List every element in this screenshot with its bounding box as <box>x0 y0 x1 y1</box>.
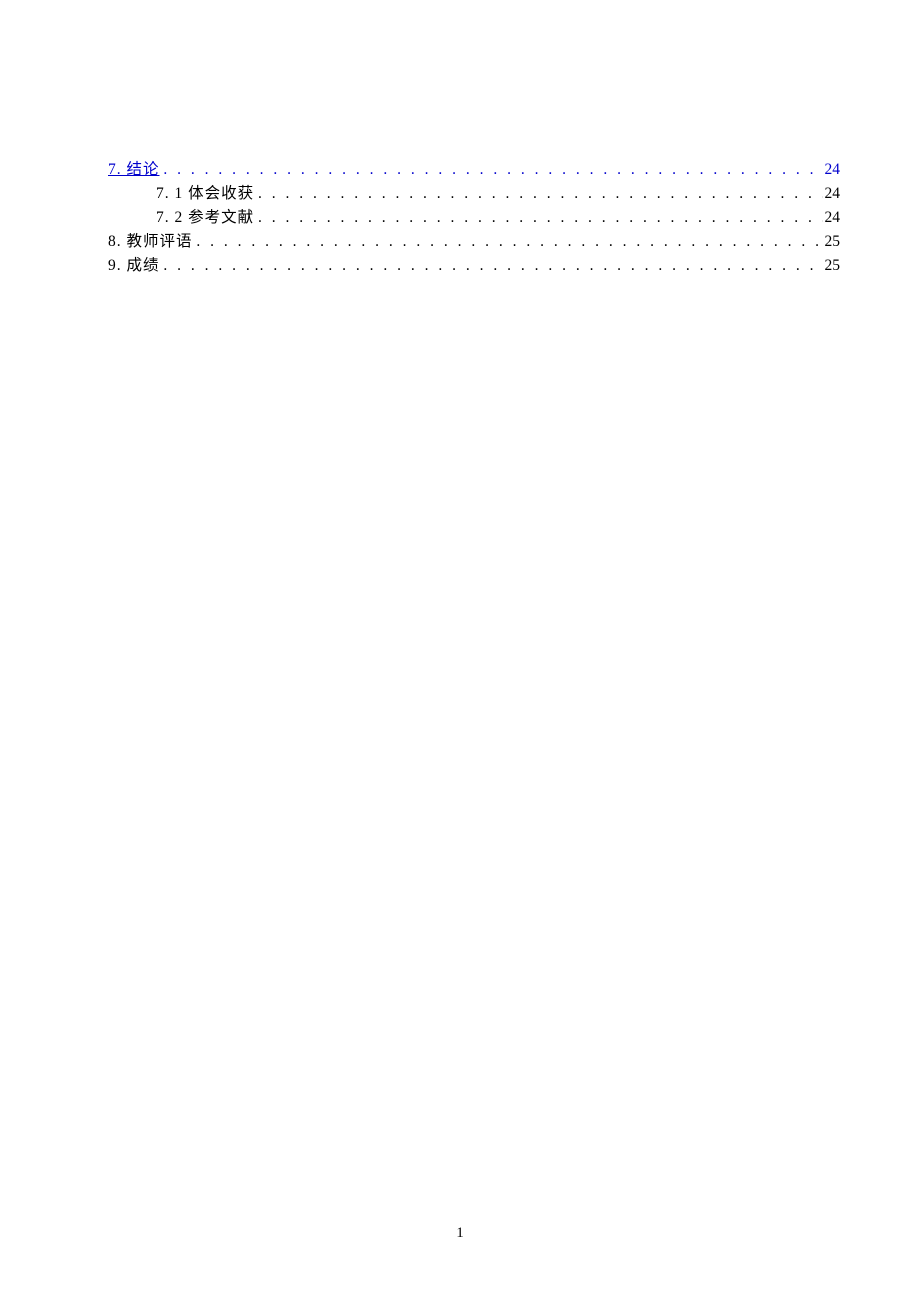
toc-entry-title: 7. 2 参考文献 <box>156 206 254 230</box>
toc-leader-dots: . . . . . . . . . . . . . . . . . . . . … <box>163 158 822 182</box>
document-page: 7. 结论 . . . . . . . . . . . . . . . . . … <box>0 0 920 1302</box>
toc-leader-dots: . . . . . . . . . . . . . . . . . . . . … <box>258 182 822 206</box>
page-number: 1 <box>0 1225 920 1242</box>
toc-entry-page: 25 <box>823 254 841 278</box>
toc-entry[interactable]: 9. 成绩 . . . . . . . . . . . . . . . . . … <box>108 254 840 278</box>
toc-entry-page: 24 <box>823 182 841 206</box>
toc-entry-page: 25 <box>823 230 841 254</box>
toc-leader-dots: . . . . . . . . . . . . . . . . . . . . … <box>258 206 822 230</box>
toc-entry[interactable]: 7. 结论 . . . . . . . . . . . . . . . . . … <box>108 158 840 182</box>
toc-entry-title: 7. 1 体会收获 <box>156 182 254 206</box>
toc-entry-title: 8. 教师评语 <box>108 230 193 254</box>
toc-entry-page: 24 <box>823 158 841 182</box>
toc-leader-dots: . . . . . . . . . . . . . . . . . . . . … <box>196 230 822 254</box>
toc-entry[interactable]: 7. 2 参考文献 . . . . . . . . . . . . . . . … <box>108 206 840 230</box>
toc-entry-title: 9. 成绩 <box>108 254 160 278</box>
toc-entry[interactable]: 7. 1 体会收获 . . . . . . . . . . . . . . . … <box>108 182 840 206</box>
toc-entry-page: 24 <box>823 206 841 230</box>
toc-entry-title: 7. 结论 <box>108 158 160 182</box>
toc-leader-dots: . . . . . . . . . . . . . . . . . . . . … <box>163 254 822 278</box>
toc-entry[interactable]: 8. 教师评语 . . . . . . . . . . . . . . . . … <box>108 230 840 254</box>
